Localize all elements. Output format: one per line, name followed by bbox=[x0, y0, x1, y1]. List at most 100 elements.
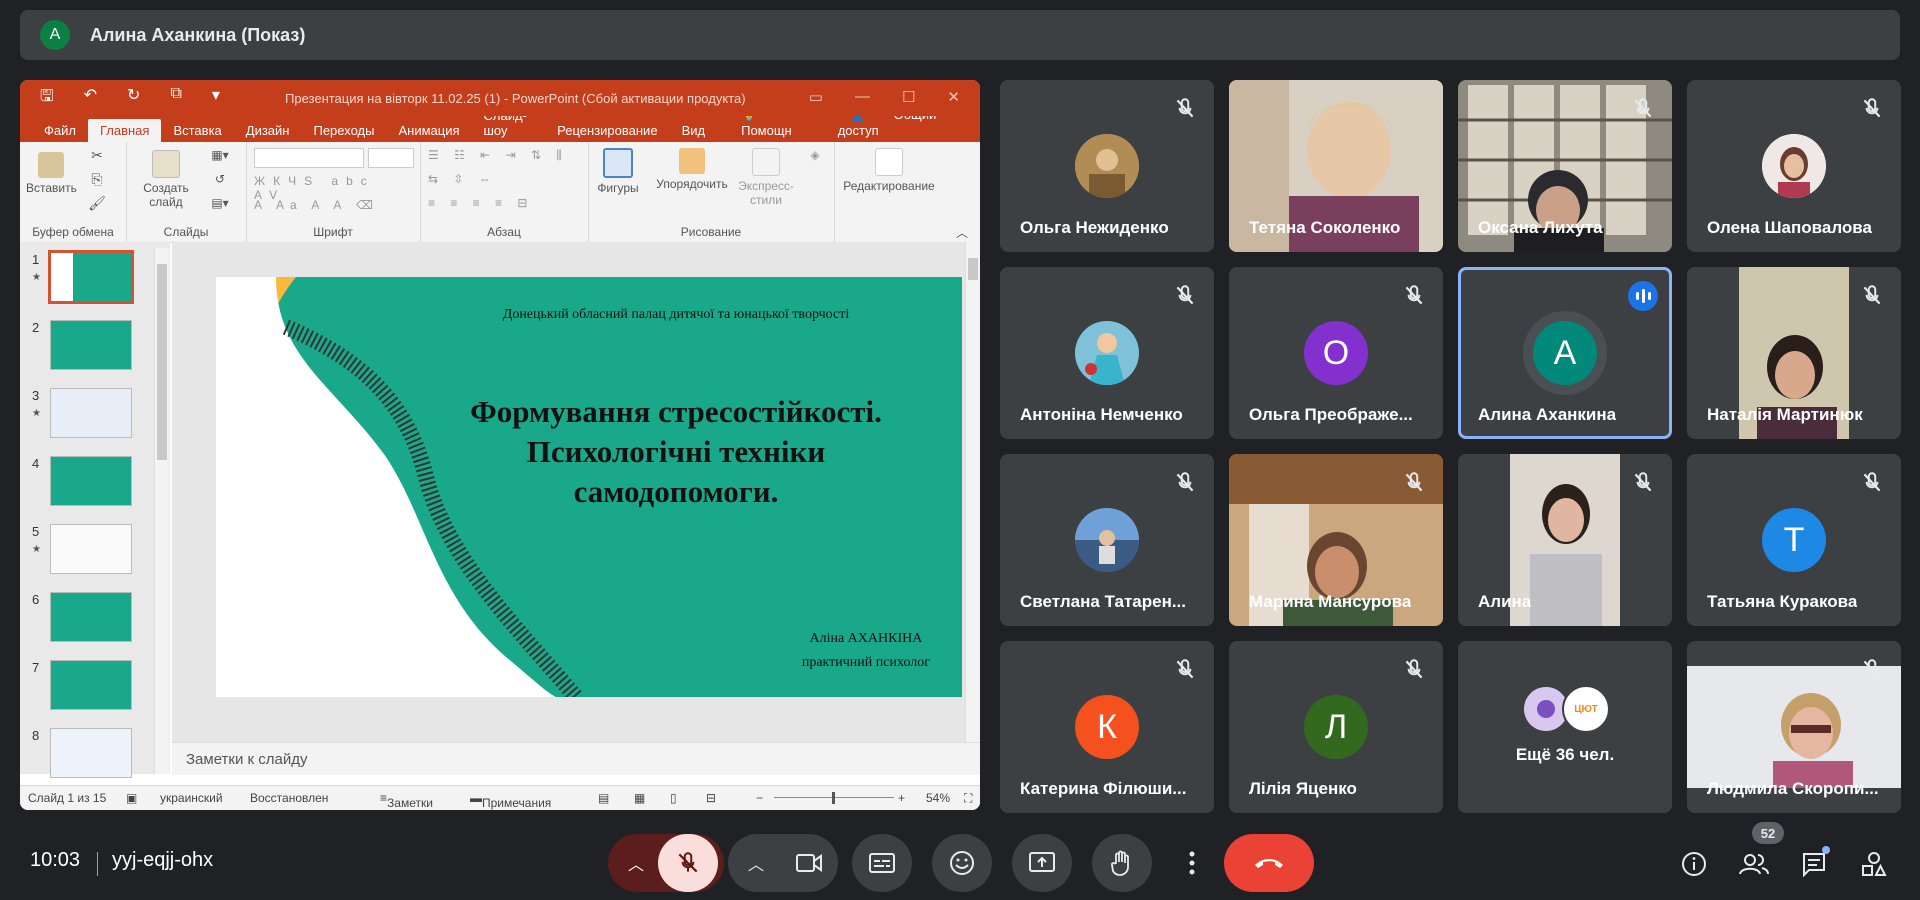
tab-animation[interactable]: Анимация bbox=[386, 119, 471, 142]
tab-file[interactable]: Файл bbox=[32, 119, 88, 142]
editing-button[interactable]: Редактирование bbox=[834, 148, 944, 193]
cut-icon[interactable]: ✂ bbox=[82, 148, 112, 162]
new-slide-button[interactable]: Создать слайд bbox=[136, 150, 196, 209]
camera-options-chevron-icon[interactable]: ︿ bbox=[728, 851, 784, 875]
thumbnail-item[interactable]: 2 bbox=[28, 320, 168, 376]
zoom-in-icon[interactable]: + bbox=[898, 791, 905, 805]
collapse-ribbon-icon[interactable]: ︿ bbox=[954, 226, 970, 240]
captions-button[interactable] bbox=[852, 834, 912, 892]
reset-icon[interactable]: ↺ bbox=[202, 172, 238, 186]
notes-button[interactable]: ≡ Заметки bbox=[380, 791, 433, 810]
normal-view-icon[interactable]: ▤ bbox=[598, 791, 609, 805]
save-icon[interactable]: 🖫 bbox=[40, 85, 54, 112]
participant-tile[interactable]: Тетяна Соколенко bbox=[1229, 80, 1443, 252]
thumbnail-item[interactable]: 7 bbox=[28, 660, 168, 716]
thumbnail-item[interactable]: 5 ★ bbox=[28, 524, 168, 580]
mic-toggle-button[interactable] bbox=[658, 834, 718, 892]
shapes-button[interactable]: Фигуры bbox=[588, 148, 648, 195]
participant-tile[interactable]: Антоніна Немченко bbox=[1000, 267, 1214, 439]
more-participants-tile[interactable]: ЦЮТ Ещё 36 чел. bbox=[1458, 641, 1672, 813]
meeting-code[interactable]: yyj-eqjj-ohx bbox=[112, 849, 213, 872]
zoom-thumb[interactable] bbox=[832, 792, 835, 804]
copy-icon[interactable]: ⎘ bbox=[82, 172, 112, 186]
participant-tile[interactable]: Светлана Татарен... bbox=[1000, 454, 1214, 626]
thumbnail-item[interactable]: 4 bbox=[28, 456, 168, 512]
arrange-button[interactable]: Упорядочить bbox=[650, 148, 734, 191]
sorter-view-icon[interactable]: ▦ bbox=[634, 791, 645, 805]
avatar-photo-icon bbox=[1075, 508, 1139, 572]
camera-toggle-button[interactable] bbox=[780, 834, 838, 892]
spellcheck-icon[interactable]: ▣ bbox=[126, 791, 137, 805]
thumbnail-item[interactable]: 8 bbox=[28, 728, 168, 784]
fit-slide-icon[interactable]: ⛶ bbox=[964, 791, 972, 806]
customize-icon[interactable]: ▾ bbox=[212, 85, 220, 112]
current-slide[interactable]: Донецький обласний палац дитячої та юнац… bbox=[216, 277, 962, 697]
participant-tile[interactable]: Алина bbox=[1458, 454, 1672, 626]
comments-button[interactable]: ▬ Примечания bbox=[470, 791, 551, 810]
list-icons[interactable]: ☰ ☷ ⇤ ⇥ ⇅ ⫼ bbox=[428, 148, 578, 162]
participant-tile[interactable]: К Катерина Філюши... bbox=[1000, 641, 1214, 813]
paste-button[interactable]: Вставить bbox=[26, 152, 77, 195]
reading-view-icon[interactable]: ▯ bbox=[670, 791, 677, 805]
thumbnails-scrollbar[interactable] bbox=[154, 248, 169, 774]
participant-tile[interactable]: Наталія Мартинюк bbox=[1687, 267, 1901, 439]
participant-tile[interactable]: Ольга Нежиденко bbox=[1000, 80, 1214, 252]
participant-tile[interactable]: Л Лілія Яценко bbox=[1229, 641, 1443, 813]
raise-hand-button[interactable] bbox=[1092, 834, 1152, 892]
slideshow-icon[interactable]: ⧉ bbox=[170, 85, 181, 112]
slideshow-view-icon[interactable]: ⊟ bbox=[706, 791, 716, 805]
undo-icon[interactable]: ↶ bbox=[84, 85, 97, 112]
layout-icon[interactable]: ▦▾ bbox=[202, 148, 238, 162]
tab-review[interactable]: Рецензирование bbox=[545, 119, 669, 142]
mic-options-chevron-icon[interactable]: ︿ bbox=[608, 851, 664, 875]
participant-tile[interactable]: Марина Мансурова bbox=[1229, 454, 1443, 626]
slide-scrollbar[interactable] bbox=[965, 242, 980, 742]
zoom-level[interactable]: 54% bbox=[926, 791, 950, 805]
minimize-icon[interactable]: — bbox=[855, 88, 870, 106]
tab-design[interactable]: Дизайн bbox=[234, 119, 302, 142]
mic-off-icon bbox=[1405, 472, 1423, 492]
thumbnail-item[interactable]: 3 ★ bbox=[28, 388, 168, 444]
format-painter-icon[interactable]: 🖌 bbox=[82, 196, 112, 210]
font-size-field[interactable] bbox=[368, 148, 414, 168]
participant-tile-active-speaker[interactable]: A Алина Аханкина bbox=[1458, 267, 1672, 439]
present-button[interactable] bbox=[1012, 834, 1072, 892]
thumbnail-item[interactable]: 6 bbox=[28, 592, 168, 648]
tab-transitions[interactable]: Переходы bbox=[301, 119, 386, 142]
maximize-icon[interactable]: ☐ bbox=[902, 88, 915, 106]
shared-screen[interactable]: 🖫 ↶ ↻ ⧉ ▾ Презентация на вівторк 11.02.2… bbox=[20, 80, 980, 810]
participant-tile[interactable]: О Ольга Преображе... bbox=[1229, 267, 1443, 439]
reactions-button[interactable] bbox=[932, 834, 992, 892]
participant-tile[interactable]: Людмила Скоропи... bbox=[1687, 641, 1901, 813]
notes-placeholder: Заметки к слайду bbox=[186, 751, 308, 768]
tab-home[interactable]: Главная bbox=[87, 119, 162, 142]
zoom-out-icon[interactable]: − bbox=[756, 791, 763, 805]
avatar-photo-icon bbox=[1075, 134, 1139, 198]
fill-icon[interactable]: ◈ bbox=[802, 148, 828, 162]
participant-tile[interactable]: Т Татьяна Куракова bbox=[1687, 454, 1901, 626]
redo-icon[interactable]: ↻ bbox=[127, 85, 140, 112]
activities-button[interactable] bbox=[1854, 844, 1894, 884]
ribbon-options-icon[interactable]: ▭ bbox=[809, 88, 823, 106]
language-label[interactable]: украинский bbox=[160, 791, 223, 805]
more-options-button[interactable] bbox=[1172, 834, 1212, 892]
leave-call-button[interactable] bbox=[1224, 834, 1314, 892]
quick-styles-button[interactable]: Экспресс-стили bbox=[736, 148, 796, 207]
direction-icons[interactable]: ⇆ ⇳ ⇔ bbox=[428, 172, 578, 186]
notes-pane[interactable]: Заметки к слайду bbox=[172, 742, 980, 775]
section-icon[interactable]: ▤▾ bbox=[202, 196, 238, 210]
emoji-icon bbox=[950, 851, 974, 875]
close-icon[interactable]: ✕ bbox=[947, 88, 960, 106]
participant-tile[interactable]: Олена Шаповалова bbox=[1687, 80, 1901, 252]
tab-insert[interactable]: Вставка bbox=[161, 119, 233, 142]
chat-button[interactable] bbox=[1794, 844, 1834, 884]
participant-tile[interactable]: Оксана Лихута bbox=[1458, 80, 1672, 252]
font-color-icons[interactable]: A Aa A A ⌫ bbox=[254, 198, 414, 212]
tab-view[interactable]: Вид bbox=[670, 119, 718, 142]
align-icons[interactable]: ≡ ≡ ≡ ≡ ⊟ bbox=[428, 196, 578, 210]
ribbon-tabs: Файл Главная Вставка Дизайн Переходы Ани… bbox=[20, 107, 980, 142]
thumbnail-item[interactable]: 1 ★ bbox=[28, 250, 168, 308]
font-name-field[interactable] bbox=[254, 148, 364, 168]
people-button[interactable]: 52 bbox=[1734, 822, 1784, 884]
meeting-info-button[interactable] bbox=[1674, 844, 1714, 884]
